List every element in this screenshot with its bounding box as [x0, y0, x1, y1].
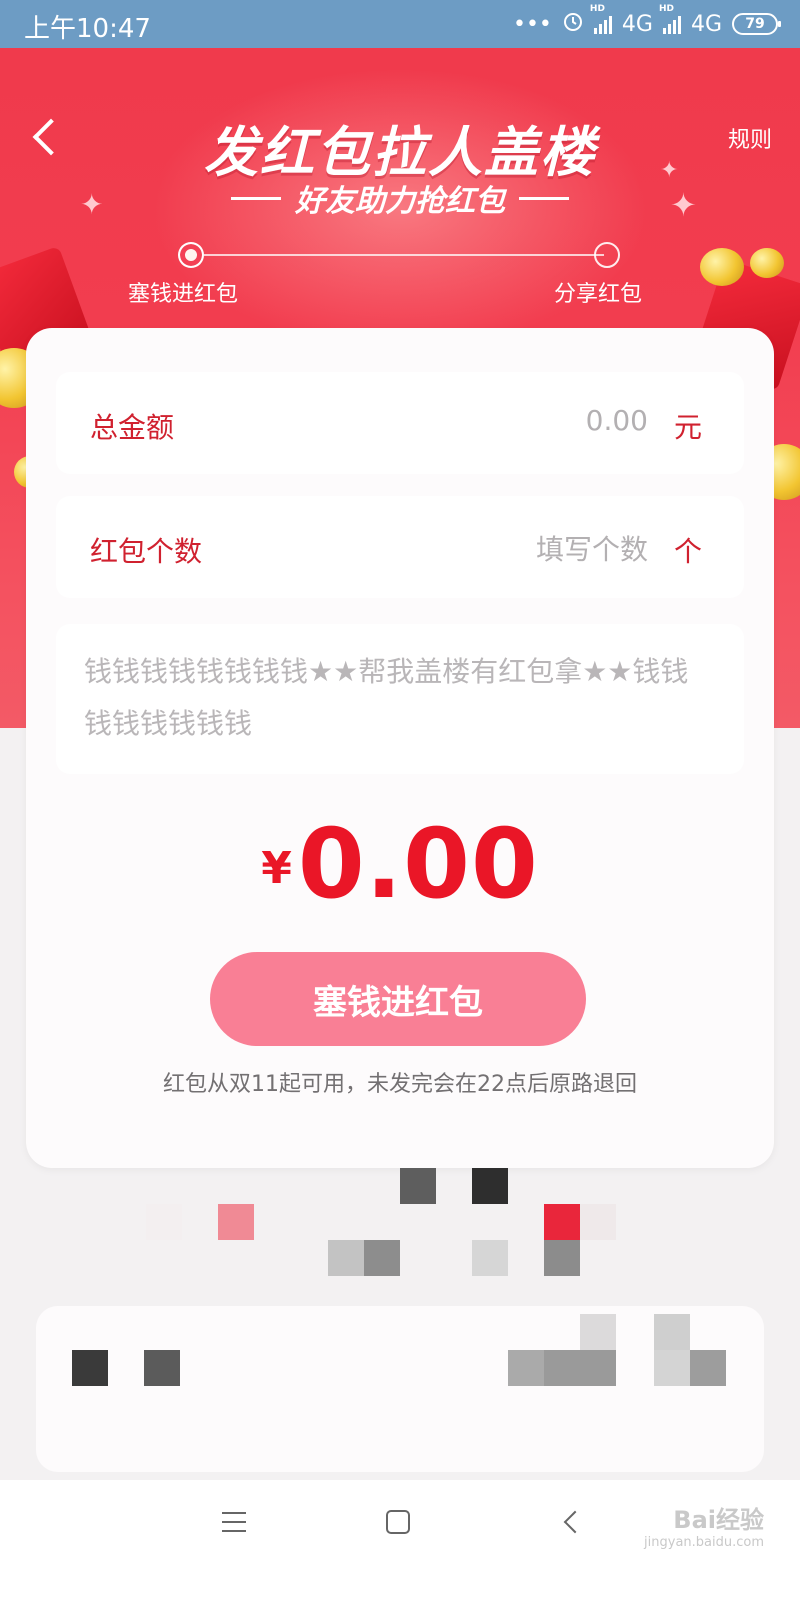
nav-back-icon[interactable]	[562, 1512, 580, 1530]
redacted-block	[472, 1240, 508, 1276]
step-dot-active	[178, 242, 204, 268]
packet-count-input[interactable]: 填写个数	[536, 528, 648, 568]
packet-count-label: 红包个数	[90, 535, 203, 568]
redacted-block	[580, 1204, 616, 1240]
secondary-card[interactable]	[36, 1306, 764, 1472]
redacted-block	[690, 1350, 726, 1386]
watermark-brand: Bai经验	[673, 1506, 764, 1534]
watermark-url: jingyan.baidu.com	[644, 1535, 764, 1550]
total-amount-display: ¥0.00	[26, 808, 774, 920]
step-dot-inactive	[594, 242, 620, 268]
star-icon: ✦	[670, 186, 697, 224]
alarm-icon	[562, 10, 584, 38]
redacted-block	[580, 1314, 616, 1350]
status-icons: ••• HD 4G HD 4G 79	[512, 4, 781, 38]
network-type-1: 4G	[621, 11, 653, 37]
red-packet-form-card: 总金额 0.00 元 红包个数 填写个数 个 钱钱钱钱钱钱钱钱★★帮我盖楼有红包…	[26, 328, 774, 1168]
battery-level: 79	[745, 16, 765, 32]
usage-note: 红包从双11起可用，未发完会在22点后原路退回	[163, 1072, 637, 1097]
step-label-1: 塞钱进红包	[128, 282, 239, 307]
network-type-2: 4G	[690, 11, 722, 37]
page-subtitle: 好友助力抢红包	[295, 184, 505, 219]
currency-symbol: ¥	[261, 843, 292, 894]
system-nav-bar: Bai经验 jingyan.baidu.com	[0, 1480, 800, 1600]
blessing-message-input[interactable]: 钱钱钱钱钱钱钱钱★★帮我盖楼有红包拿★★钱钱钱钱钱钱钱钱	[56, 624, 744, 774]
redacted-block	[400, 1168, 436, 1204]
redacted-block	[472, 1168, 508, 1204]
menu-icon[interactable]	[222, 1512, 246, 1534]
home-icon[interactable]	[386, 1510, 410, 1534]
battery-icon: 79	[732, 13, 781, 35]
redacted-block	[218, 1204, 254, 1240]
status-bar: 上午10:47 ••• HD 4G HD 4G 79	[0, 0, 800, 48]
packet-count-field[interactable]: 红包个数 填写个数 个	[56, 496, 744, 598]
more-dots-icon: •••	[512, 11, 552, 37]
redacted-block	[144, 1350, 180, 1386]
redacted-block	[328, 1240, 364, 1276]
total-amount-unit: 元	[673, 411, 702, 444]
amount-value: 0.00	[297, 808, 539, 920]
stuff-money-button[interactable]: 塞钱进红包	[210, 952, 586, 1046]
total-amount-label: 总金额	[90, 411, 175, 444]
redacted-block	[146, 1204, 182, 1240]
status-time: 上午10:47	[24, 14, 151, 44]
redacted-block	[508, 1350, 544, 1386]
packet-count-unit: 个	[673, 535, 702, 568]
step-connector	[204, 254, 604, 256]
redacted-block	[364, 1240, 400, 1276]
step-label-2: 分享红包	[554, 282, 643, 307]
progress-steps: 塞钱进红包 分享红包	[0, 238, 800, 318]
subtitle-group: 好友助力抢红包	[200, 178, 600, 219]
gold-coin-icon	[700, 248, 744, 286]
total-amount-field[interactable]: 总金额 0.00 元	[56, 372, 744, 474]
subtitle-line-right	[519, 196, 569, 200]
signal-icon: HD	[590, 4, 612, 34]
redacted-block	[544, 1204, 580, 1240]
subtitle-line-left	[231, 196, 281, 200]
redacted-block	[544, 1350, 616, 1386]
total-amount-input[interactable]: 0.00	[586, 404, 648, 437]
redacted-block	[654, 1350, 690, 1386]
star-icon: ✦	[80, 188, 104, 221]
redacted-block	[654, 1314, 690, 1350]
redacted-block	[544, 1240, 580, 1276]
gold-coin-icon	[750, 248, 784, 278]
redacted-block	[72, 1350, 108, 1386]
signal-icon-2: HD	[659, 4, 681, 34]
star-icon: ✦	[660, 158, 679, 183]
watermark-logo: Bai经验 jingyan.baidu.com	[644, 1500, 764, 1550]
